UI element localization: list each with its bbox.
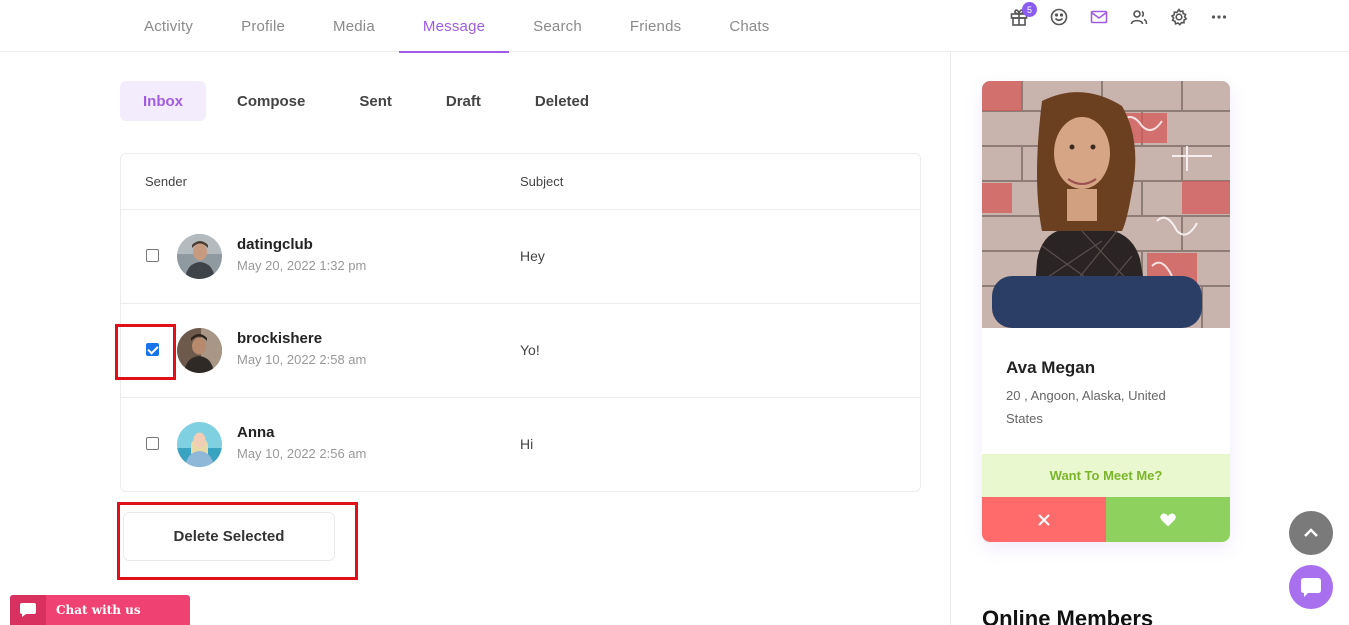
- sender-name[interactable]: brockishere: [237, 330, 322, 347]
- gift-badge: 5: [1022, 2, 1037, 17]
- subtab-compose[interactable]: Compose: [214, 81, 328, 121]
- messenger-button[interactable]: [1289, 565, 1333, 609]
- tab-message[interactable]: Message: [398, 0, 510, 53]
- sidebar-divider: [950, 52, 951, 625]
- table-row[interactable]: datingclub May 20, 2022 1:32 pm Hey: [121, 210, 920, 304]
- message-subject[interactable]: Hi: [520, 436, 533, 452]
- chevron-up-icon: [1304, 528, 1318, 537]
- profile-photo[interactable]: [982, 81, 1230, 329]
- table-header: Sender Subject: [121, 154, 920, 210]
- avatar[interactable]: [177, 234, 222, 279]
- nav-icons: 5: [1008, 2, 1230, 28]
- heart-icon: [1160, 513, 1176, 526]
- message-date: May 10, 2022 2:56 am: [237, 446, 367, 461]
- sender-name[interactable]: datingclub: [237, 236, 313, 253]
- column-sender: Sender: [145, 174, 187, 189]
- gift-icon[interactable]: 5: [1008, 2, 1037, 28]
- more-icon[interactable]: [1208, 6, 1230, 28]
- checkbox-highlight: [115, 324, 176, 380]
- sender-name[interactable]: Anna: [237, 424, 275, 441]
- message-subject[interactable]: Yo!: [520, 342, 540, 358]
- message-subtabs: Inbox Compose Sent Draft Deleted: [120, 81, 612, 121]
- profile-card: Ava Megan 20 , Angoon, Alaska, United St…: [982, 81, 1230, 542]
- friends-icon[interactable]: [1128, 6, 1150, 28]
- mail-icon[interactable]: [1088, 6, 1110, 28]
- meet-prompt: Want To Meet Me?: [982, 454, 1230, 497]
- message-subject[interactable]: Hey: [520, 248, 545, 264]
- row-checkbox[interactable]: [146, 249, 159, 262]
- online-members-title: Online Members: [982, 606, 1154, 625]
- chat-icon: [10, 595, 46, 625]
- tab-chats[interactable]: Chats: [705, 0, 793, 52]
- subtab-inbox[interactable]: Inbox: [120, 81, 206, 121]
- delete-button-highlight: [117, 502, 358, 580]
- tab-profile[interactable]: Profile: [217, 0, 309, 52]
- avatar[interactable]: [177, 328, 222, 373]
- smiley-icon[interactable]: [1048, 6, 1070, 28]
- profile-location: 20 , Angoon, Alaska, United States: [1006, 388, 1166, 426]
- message-date: May 20, 2022 1:32 pm: [237, 258, 367, 273]
- profile-name[interactable]: Ava Megan: [1006, 358, 1095, 378]
- gear-icon[interactable]: [1168, 6, 1190, 28]
- tab-media[interactable]: Media: [309, 0, 399, 52]
- row-checkbox[interactable]: [146, 437, 159, 450]
- tab-activity[interactable]: Activity: [120, 0, 217, 52]
- scroll-to-top-button[interactable]: [1289, 511, 1333, 555]
- message-table: Sender Subject datingclub May 20, 2022 1…: [120, 153, 921, 492]
- like-button[interactable]: [1106, 497, 1230, 542]
- close-icon: [1038, 513, 1050, 526]
- tab-friends[interactable]: Friends: [606, 0, 705, 52]
- top-navigation: Activity Profile Media Message Search Fr…: [0, 0, 1349, 53]
- chat-widget[interactable]: Chat with us: [10, 595, 190, 625]
- table-row[interactable]: brockishere May 10, 2022 2:58 am Yo!: [121, 304, 920, 398]
- subtab-draft[interactable]: Draft: [423, 81, 504, 121]
- subtab-sent[interactable]: Sent: [336, 81, 415, 121]
- chat-widget-label[interactable]: Chat with us: [56, 603, 141, 617]
- column-subject: Subject: [520, 174, 564, 189]
- subtab-deleted[interactable]: Deleted: [512, 81, 612, 121]
- avatar[interactable]: [177, 422, 222, 467]
- message-date: May 10, 2022 2:58 am: [237, 352, 367, 367]
- chat-bubble-icon: [1301, 578, 1321, 597]
- profile-tabs: Activity Profile Media Message Search Fr…: [120, 0, 794, 53]
- dislike-button[interactable]: [982, 497, 1106, 542]
- table-row[interactable]: Anna May 10, 2022 2:56 am Hi: [121, 398, 920, 492]
- tab-search[interactable]: Search: [509, 0, 606, 52]
